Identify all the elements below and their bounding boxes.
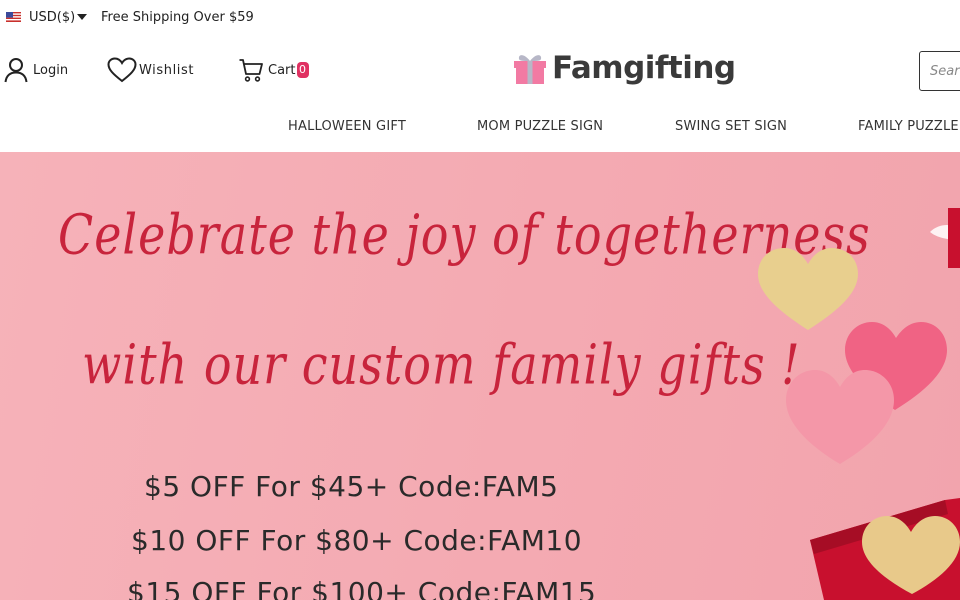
wishlist-link[interactable]: Wishlist (107, 57, 194, 83)
nav-item-swing-set-sign[interactable]: SWING SET SIGN (675, 119, 787, 134)
wishlist-label: Wishlist (139, 62, 195, 78)
user-icon (4, 58, 28, 83)
site-header: Login Wishlist Cart 0 Famgifting (0, 36, 960, 108)
cart-count-badge: 0 (296, 62, 309, 78)
offer-line: $15 OFF For $100+ Code:FAM15 (127, 576, 597, 600)
banner-headline-line2: with our custom family gifts ! (82, 332, 801, 397)
free-shipping-notice: Free Shipping Over $59 (101, 10, 254, 25)
gift-box-icon (514, 55, 546, 84)
nav-item-family-puzzle[interactable]: FAMILY PUZZLE (858, 119, 959, 134)
search-box[interactable] (919, 51, 960, 91)
cart-link[interactable]: Cart 0 (238, 57, 309, 83)
search-input[interactable] (920, 52, 960, 90)
decorative-hearts-image (758, 208, 960, 600)
hero-banner[interactable]: Celebrate the joy of togetherness with o… (0, 152, 960, 600)
cart-icon (239, 59, 263, 82)
logo-wordmark: Famgifting (552, 50, 736, 86)
nav-item-halloween-gift[interactable]: HALLOWEEN GIFT (288, 119, 406, 134)
currency-selector[interactable]: USD($) (29, 10, 75, 25)
offer-line: $5 OFF For $45+ Code:FAM5 (144, 470, 559, 503)
nav-item-mom-puzzle-sign[interactable]: MOM PUZZLE SIGN (477, 119, 603, 134)
main-nav: HALLOWEEN GIFT MOM PUZZLE SIGN SWING SET… (0, 108, 960, 152)
site-logo[interactable]: Famgifting (512, 50, 736, 86)
login-label: Login (33, 62, 69, 78)
top-bar: USD($) Free Shipping Over $59 (0, 0, 960, 36)
login-link[interactable]: Login (4, 57, 68, 83)
chevron-down-icon[interactable] (77, 14, 87, 20)
cart-label: Cart (268, 62, 296, 78)
offer-line: $10 OFF For $80+ Code:FAM10 (131, 524, 583, 557)
us-flag-icon (6, 12, 21, 22)
heart-icon (107, 57, 137, 83)
